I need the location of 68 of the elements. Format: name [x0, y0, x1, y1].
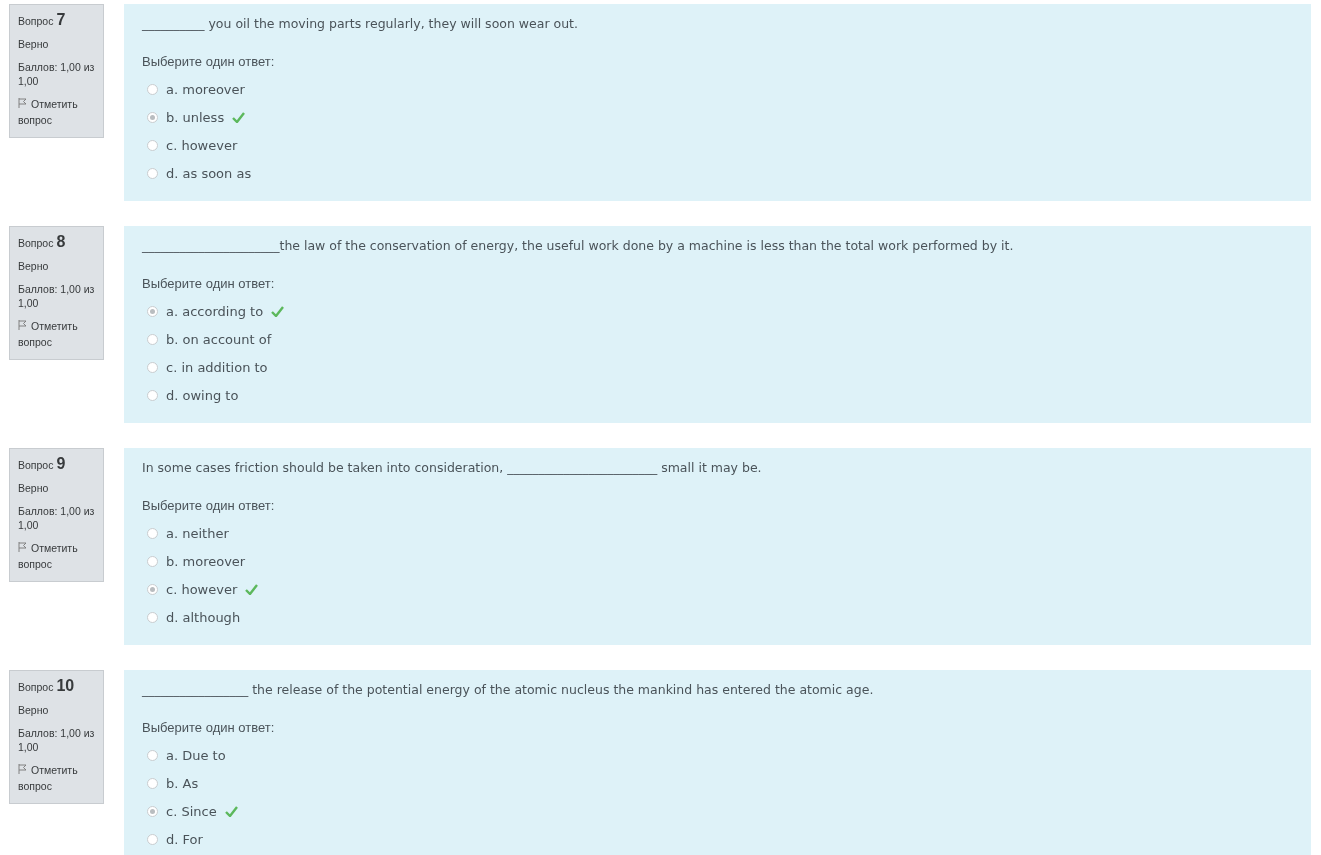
- question-number: 7: [56, 11, 66, 29]
- radio-button[interactable]: [147, 361, 158, 373]
- flag-question-link[interactable]: Отметить вопрос: [18, 541, 95, 573]
- answer-option[interactable]: a. according to: [166, 303, 264, 319]
- radio-button[interactable]: [147, 167, 158, 179]
- radio-button[interactable]: [147, 527, 158, 539]
- flag-icon: [18, 542, 27, 553]
- check-icon: [232, 111, 246, 123]
- question-number: 9: [56, 455, 66, 473]
- question-number: 10: [56, 677, 75, 695]
- answer-option[interactable]: c. however: [166, 137, 238, 153]
- answer-option[interactable]: b. unless: [166, 109, 225, 125]
- answer-option[interactable]: d. owing to: [166, 387, 239, 403]
- question-grade: Баллов: 1,00 из 1,00: [18, 503, 95, 534]
- question-state: Верно: [18, 37, 50, 52]
- question-grade: Баллов: 1,00 из 1,00: [18, 725, 95, 756]
- radio-button[interactable]: [147, 749, 158, 761]
- flag-question-link[interactable]: Отметить вопрос: [18, 97, 95, 129]
- question-text: __________ you oil the moving parts regularly, they will soon wear out.: [142, 16, 579, 32]
- radio-button[interactable]: [147, 389, 158, 401]
- question-number: 8: [56, 233, 66, 251]
- answer-prompt: Выберите один ответ:: [142, 720, 276, 735]
- radio-button[interactable]: [147, 111, 158, 123]
- question-grade: Баллов: 1,00 из 1,00: [18, 281, 95, 312]
- question-state: Верно: [18, 259, 50, 274]
- flag-question-link[interactable]: Отметить вопрос: [18, 763, 95, 795]
- flag-icon: [18, 98, 27, 109]
- answer-option[interactable]: c. Since: [166, 803, 217, 819]
- check-icon: [271, 305, 285, 317]
- flag-icon: [18, 764, 27, 775]
- answer-prompt: Выберите один ответ:: [142, 276, 276, 291]
- answer-option[interactable]: a. Due to: [166, 747, 226, 763]
- radio-button[interactable]: [147, 305, 158, 317]
- radio-button[interactable]: [147, 583, 158, 595]
- question-label: Вопрос: [18, 458, 54, 473]
- answer-option[interactable]: b. on account of: [166, 331, 272, 347]
- radio-button[interactable]: [147, 833, 158, 845]
- question-text: In some cases friction should be taken into consideration, ________________________ small it may be.: [142, 460, 763, 476]
- question-text: _________________ the release of the potential energy of the atomic nucleus the mankind has entered the atomic age.: [142, 682, 875, 698]
- radio-button[interactable]: [147, 611, 158, 623]
- flag-question-link[interactable]: Отметить вопрос: [18, 319, 95, 351]
- answer-option[interactable]: c. however: [166, 581, 238, 597]
- question-label: Вопрос: [18, 680, 54, 695]
- question-state: Верно: [18, 703, 50, 718]
- question-label: Вопрос: [18, 236, 54, 251]
- question-label: Вопрос: [18, 14, 54, 29]
- answer-prompt: Выберите один ответ:: [142, 54, 276, 69]
- radio-button[interactable]: [147, 777, 158, 789]
- radio-button[interactable]: [147, 333, 158, 345]
- radio-button[interactable]: [147, 139, 158, 151]
- answer-option[interactable]: a. moreover: [166, 81, 245, 97]
- answer-option[interactable]: d. For: [166, 831, 203, 847]
- answer-option[interactable]: b. moreover: [166, 553, 246, 569]
- radio-button[interactable]: [147, 555, 158, 567]
- question-grade: Баллов: 1,00 из 1,00: [18, 59, 95, 90]
- answer-option[interactable]: b. As: [166, 775, 199, 791]
- answer-option[interactable]: d. although: [166, 609, 241, 625]
- question-state: Верно: [18, 481, 50, 496]
- answer-option[interactable]: c. in addition to: [166, 359, 268, 375]
- answer-option[interactable]: d. as soon as: [166, 165, 252, 181]
- radio-button[interactable]: [147, 805, 158, 817]
- flag-icon: [18, 320, 27, 331]
- answer-prompt: Выберите один ответ:: [142, 498, 276, 513]
- check-icon: [224, 805, 238, 817]
- question-text: ______________________the law of the conservation of energy, the useful work done by a machine is less than the total work performed by it.: [142, 238, 1015, 254]
- radio-button[interactable]: [147, 83, 158, 95]
- check-icon: [245, 583, 259, 595]
- answer-option[interactable]: a. neither: [166, 525, 229, 541]
